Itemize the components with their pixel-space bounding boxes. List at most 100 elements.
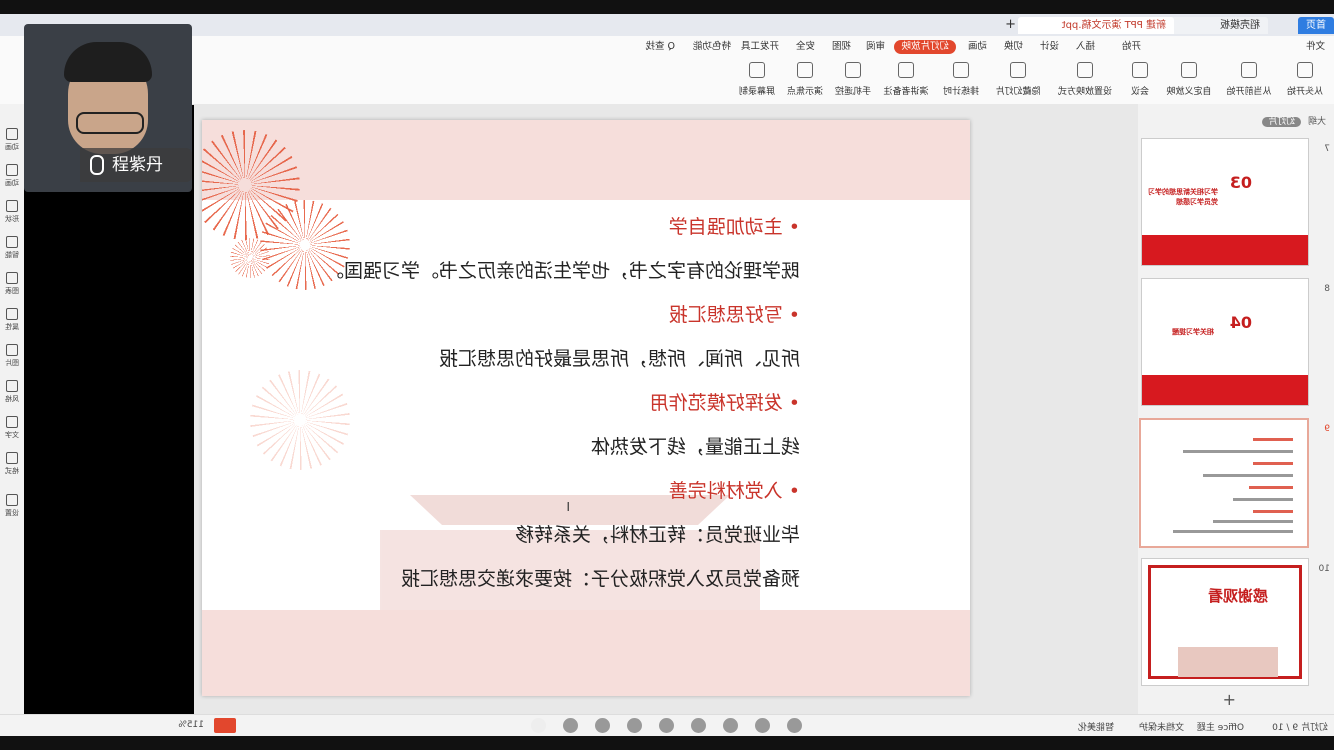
- side-tool-animation[interactable]: 动画: [0, 128, 24, 152]
- animation-icon: [6, 164, 18, 176]
- rehearse-button[interactable]: 排练计时: [936, 62, 986, 100]
- nav-dot[interactable]: [627, 718, 642, 733]
- tab-bar: 首页 稻壳模板 新建 PPT 演示文稿.ppt +: [0, 14, 1334, 37]
- slide-count: 幻灯片 9 / 10: [1272, 723, 1328, 733]
- slides-tab[interactable]: 幻灯片: [1262, 117, 1302, 127]
- from-start-button[interactable]: 从头开始: [1280, 62, 1330, 100]
- side-tool-format[interactable]: 格式: [0, 452, 24, 476]
- settings-icon: [1077, 62, 1093, 78]
- menu-bar: 文件 开始 插入 设计 切换 动画 幻灯片放映 审阅 视图 安全 开发工具 特色…: [0, 36, 1334, 58]
- nav-dot[interactable]: [563, 718, 578, 733]
- notes-icon: [898, 62, 914, 78]
- slide-thumb-8[interactable]: 04 相关学习提醒: [1141, 278, 1309, 406]
- slide-thumb-7[interactable]: 03 学习相关新思想的学习 党员学习感想: [1141, 138, 1309, 266]
- thumb-gate-image: [1178, 647, 1278, 677]
- record-icon: [749, 62, 765, 78]
- current-slide[interactable]: •主动加强自学 既学理论的有字之书，也学生活的亲历之书。学习强国。 •写好思想汇…: [202, 120, 970, 696]
- menu-animation[interactable]: 动画: [965, 40, 990, 54]
- tab-home[interactable]: 首页: [1298, 17, 1334, 34]
- from-current-button[interactable]: 从当前开始: [1220, 62, 1278, 100]
- screen-record-button[interactable]: 屏幕录制: [734, 62, 780, 100]
- mirrored-screen: 首页 稻壳模板 新建 PPT 演示文稿.ppt + 文件 开始 插入 设计 切换…: [0, 0, 1334, 750]
- doc-protection[interactable]: 文档未保护: [1139, 720, 1184, 733]
- nav-dot[interactable]: [755, 718, 770, 733]
- text-icon: [6, 416, 18, 428]
- slide-bottom-band: [202, 610, 970, 696]
- new-tab-icon[interactable]: +: [1005, 17, 1016, 32]
- thumb-section-number: 04: [1229, 313, 1252, 332]
- menu-security[interactable]: 安全: [793, 40, 818, 54]
- slide-heading: •主动加强自学: [668, 216, 800, 238]
- participant-name-bar: 程紫丹: [80, 148, 192, 182]
- menu-developer[interactable]: 开发工具: [738, 40, 782, 54]
- menu-view[interactable]: 视图: [829, 40, 854, 54]
- slide-thumb-10[interactable]: 感谢观看: [1141, 558, 1309, 686]
- nav-dot[interactable]: [659, 718, 674, 733]
- style-icon: [6, 380, 18, 392]
- slide-heading: •入党材料完善: [668, 480, 800, 502]
- zoom-level[interactable]: 115%: [178, 720, 204, 730]
- side-tool-text[interactable]: 文字: [0, 416, 24, 440]
- add-slide-icon[interactable]: +: [1223, 690, 1236, 709]
- outline-tab[interactable]: 大纲: [1308, 117, 1326, 127]
- animation-icon: [6, 128, 18, 140]
- nav-dot[interactable]: [595, 718, 610, 733]
- thumb-section-number: 03: [1229, 173, 1252, 192]
- thumb-end-title: 感谢观看: [1207, 587, 1268, 605]
- slide-body: 线上正能量，线下发热体: [590, 436, 800, 458]
- video-call-overlay[interactable]: 程紫丹: [24, 24, 192, 192]
- side-tool-smart[interactable]: 智能: [0, 236, 24, 260]
- thumbnail-pane: 大纲 幻灯片 7 03 学习相关新思想的学习 党员学习感想 8 04 相关学习提…: [1138, 104, 1334, 714]
- nav-dot[interactable]: [723, 718, 738, 733]
- slide-thumb-9[interactable]: [1139, 418, 1309, 548]
- side-tool-strip: 动画 动画 形状 智能 图表 属性 图片 风格 文字 格式 设置: [0, 104, 24, 714]
- focus-button[interactable]: 演示焦点: [782, 62, 828, 100]
- side-tool-animation-2[interactable]: 动画: [0, 164, 24, 188]
- image-icon: [6, 344, 18, 356]
- smart-beautify[interactable]: 智能美化: [1078, 720, 1114, 733]
- tab-templates[interactable]: 稻壳模板: [1162, 17, 1268, 34]
- menu-design[interactable]: 设计: [1037, 40, 1062, 54]
- menu-start[interactable]: 开始: [1119, 40, 1144, 54]
- menu-file[interactable]: 文件: [1303, 40, 1328, 54]
- os-bottom-bar: [0, 736, 1334, 750]
- side-tool-image[interactable]: 图片: [0, 344, 24, 368]
- nav-dot[interactable]: [787, 718, 802, 733]
- slide-body: 所见、所闻、所想，所思是最好的思想汇报: [438, 348, 800, 370]
- custom-show-icon: [1181, 62, 1197, 78]
- phone-remote-button[interactable]: 手机遥控: [830, 62, 876, 100]
- side-tool-shape[interactable]: 形状: [0, 200, 24, 224]
- play-slideshow-button[interactable]: [214, 718, 236, 733]
- meeting-button[interactable]: 会议: [1122, 62, 1158, 100]
- thumb-title: 相关学习提醒: [1172, 328, 1214, 336]
- meeting-icon: [1132, 62, 1148, 78]
- side-tool-settings[interactable]: 设置: [0, 494, 24, 518]
- slide-body: 毕业班党员：转正材料，关系转移: [514, 524, 800, 546]
- slide-body: 既学理论的有字之书，也学生活的亲历之书。学习强国。: [324, 260, 800, 282]
- menu-special[interactable]: 特色功能: [690, 40, 734, 54]
- format-icon: [6, 452, 18, 464]
- nav-dot[interactable]: [531, 718, 546, 733]
- microphone-icon: [90, 155, 104, 175]
- thumb-subtitle: 党员学习感想: [1176, 198, 1218, 206]
- menu-transition[interactable]: 切换: [1001, 40, 1026, 54]
- side-tool-chart[interactable]: 图表: [0, 272, 24, 296]
- side-tool-property[interactable]: 属性: [0, 308, 24, 332]
- slide-body: 预备党员及入党积极分子：按要求递交思想汇报: [400, 568, 800, 590]
- show-settings-button[interactable]: 设置放映方式: [1050, 62, 1120, 100]
- menu-review[interactable]: 审阅: [863, 40, 888, 54]
- menu-insert[interactable]: 插入: [1073, 40, 1098, 54]
- nav-dot[interactable]: [691, 718, 706, 733]
- text-cursor-icon: I: [566, 500, 570, 514]
- status-bar: 幻灯片 9 / 10 Office 主题 文档未保护 智能美化 115%: [0, 714, 1334, 737]
- side-tool-style[interactable]: 风格: [0, 380, 24, 404]
- speaker-notes-button[interactable]: 演讲者备注: [878, 62, 934, 100]
- menu-slideshow[interactable]: 幻灯片放映: [894, 40, 956, 54]
- property-icon: [6, 308, 18, 320]
- focus-icon: [797, 62, 813, 78]
- play-current-icon: [1241, 62, 1257, 78]
- tab-document[interactable]: 新建 PPT 演示文稿.ppt: [1018, 17, 1174, 34]
- menu-search[interactable]: Q 查找: [643, 40, 679, 54]
- custom-show-button[interactable]: 自定义放映: [1160, 62, 1218, 100]
- hide-slide-button[interactable]: 隐藏幻灯片: [988, 62, 1048, 100]
